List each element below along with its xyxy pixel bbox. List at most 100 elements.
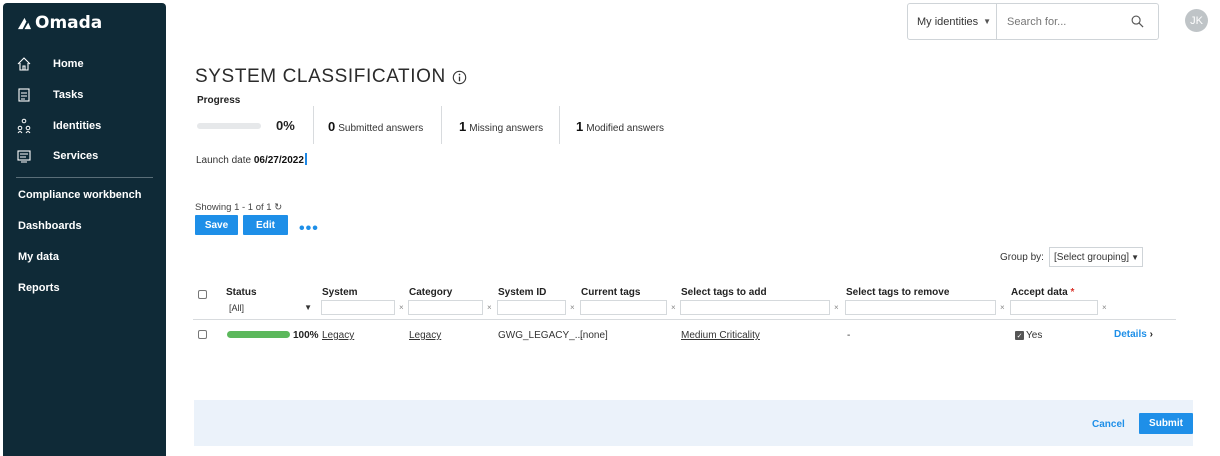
row-checkbox[interactable] <box>198 330 207 339</box>
table-header-divider <box>193 319 1176 320</box>
submit-button[interactable]: Submit <box>1139 413 1193 434</box>
group-by-label: Group by: <box>1000 252 1044 263</box>
search-input[interactable] <box>1007 15 1127 28</box>
clear-filter-icon[interactable]: × <box>399 303 404 312</box>
filter-accept-data-input[interactable] <box>1015 302 1097 313</box>
caret-down-icon: ▼ <box>983 17 992 26</box>
progress-label: Progress <box>197 95 241 106</box>
tags-to-add-link[interactable]: Medium Criticality <box>681 330 760 341</box>
system-id-cell: GWG_LEGACY_... <box>498 330 584 341</box>
filter-tags-to-remove[interactable] <box>845 300 996 315</box>
filter-tags-to-add-input[interactable] <box>685 302 829 313</box>
system-link[interactable]: Legacy <box>322 330 354 341</box>
clear-filter-icon[interactable]: × <box>570 303 575 312</box>
edit-button[interactable]: Edit <box>243 215 288 235</box>
column-header-category[interactable]: Category <box>409 287 452 298</box>
sidebar-item-my-data[interactable]: My data <box>18 251 59 263</box>
column-header-tags-to-remove[interactable]: Select tags to remove <box>846 287 949 298</box>
overall-progress-percent: 0% <box>276 118 295 133</box>
filter-tags-to-remove-input[interactable] <box>850 302 995 313</box>
stat-submitted: 0 Submitted answers <box>328 119 424 134</box>
filter-category-input[interactable] <box>413 302 482 313</box>
more-actions-icon[interactable]: ••• <box>299 221 319 237</box>
identity-scope-dropdown[interactable]: My identities ▼ <box>907 3 997 40</box>
clear-filter-icon[interactable]: × <box>487 303 492 312</box>
row-progress-bar <box>227 331 290 338</box>
page-title: SYSTEM CLASSIFICATION <box>195 66 467 88</box>
sidebar-item-label: Tasks <box>53 89 84 101</box>
sidebar-item-identities[interactable]: Identities <box>16 116 101 136</box>
sidebar-item-dashboards[interactable]: Dashboards <box>18 220 82 232</box>
save-button[interactable]: Save <box>195 215 238 235</box>
column-header-current-tags[interactable]: Current tags <box>581 287 640 298</box>
select-all-checkbox[interactable] <box>198 290 207 299</box>
chevron-down-icon: ▼ <box>1131 252 1139 262</box>
home-icon <box>16 56 32 72</box>
divider <box>441 106 442 144</box>
omada-logo[interactable]: Omada <box>17 13 102 33</box>
required-marker: * <box>1070 287 1075 298</box>
identities-icon <box>16 118 32 134</box>
filter-tags-to-add[interactable] <box>680 300 830 315</box>
column-header-status[interactable]: Status <box>226 287 257 298</box>
status-filter-select[interactable]: [All] ▼ <box>225 300 318 315</box>
text-cursor <box>304 153 307 165</box>
refresh-icon[interactable]: ↻ <box>274 202 282 213</box>
filter-system[interactable] <box>321 300 395 315</box>
column-header-system[interactable]: System <box>322 287 358 298</box>
row-progress-percent: 100% <box>293 330 319 341</box>
clear-filter-icon[interactable]: × <box>834 303 839 312</box>
sidebar-item-label: Services <box>53 150 99 162</box>
user-avatar[interactable]: JK <box>1185 9 1208 32</box>
action-footer <box>194 400 1193 446</box>
category-link[interactable]: Legacy <box>409 330 441 341</box>
column-header-system-id[interactable]: System ID <box>498 287 546 298</box>
tasks-icon <box>16 87 32 103</box>
sidebar: Omada Home Tasks Identities Services Com… <box>3 3 166 456</box>
sidebar-item-home[interactable]: Home <box>16 54 84 74</box>
filter-system-id-input[interactable] <box>502 302 565 313</box>
divider <box>313 106 314 144</box>
sidebar-divider <box>16 177 153 178</box>
omada-logo-icon <box>17 17 32 29</box>
filter-current-tags-input[interactable] <box>585 302 666 313</box>
filter-system-input[interactable] <box>326 302 394 313</box>
accept-checkbox[interactable]: ✓ <box>1015 331 1024 340</box>
identity-scope-value: My identities <box>917 15 979 28</box>
current-tags-cell: [none] <box>580 330 608 341</box>
sidebar-item-tasks[interactable]: Tasks <box>16 85 83 105</box>
clear-filter-icon[interactable]: × <box>1102 303 1107 312</box>
column-header-tags-to-add[interactable]: Select tags to add <box>681 287 767 298</box>
chevron-right-icon: › <box>1149 329 1153 340</box>
info-icon[interactable] <box>452 70 467 85</box>
clear-filter-icon[interactable]: × <box>671 303 676 312</box>
stat-missing: 1 Missing answers <box>459 119 544 134</box>
overall-progress-bar <box>197 123 261 129</box>
global-search <box>996 3 1159 40</box>
column-header-accept-data[interactable]: Accept data * <box>1011 287 1074 298</box>
filter-system-id[interactable] <box>497 300 566 315</box>
sidebar-item-label: Home <box>53 58 84 70</box>
launch-date: Launch date 06/27/2022 <box>196 153 307 166</box>
tags-to-remove-cell: - <box>847 330 851 341</box>
search-icon[interactable] <box>1131 15 1144 28</box>
clear-filter-icon[interactable]: × <box>1000 303 1005 312</box>
logo-text: Omada <box>35 13 103 33</box>
filter-current-tags[interactable] <box>580 300 667 315</box>
divider <box>559 106 560 144</box>
results-count: Showing 1 - 1 of 1 ↻ <box>195 202 283 213</box>
sidebar-item-reports[interactable]: Reports <box>18 282 60 294</box>
group-by-select[interactable]: [Select grouping] ▼ <box>1049 247 1143 267</box>
cancel-button[interactable]: Cancel <box>1092 419 1125 430</box>
filter-category[interactable] <box>408 300 483 315</box>
sidebar-item-services[interactable]: Services <box>16 146 98 166</box>
sidebar-item-compliance-workbench[interactable]: Compliance workbench <box>18 189 141 201</box>
chevron-down-icon: ▼ <box>304 303 312 312</box>
sidebar-item-label: Identities <box>53 120 102 132</box>
stat-modified: 1 Modified answers <box>576 119 665 134</box>
page-title-text: SYSTEM CLASSIFICATION <box>195 66 446 87</box>
filter-accept-data[interactable] <box>1010 300 1098 315</box>
accept-label: Yes <box>1026 330 1043 341</box>
services-icon <box>16 148 32 164</box>
details-link[interactable]: Details › <box>1114 329 1153 340</box>
